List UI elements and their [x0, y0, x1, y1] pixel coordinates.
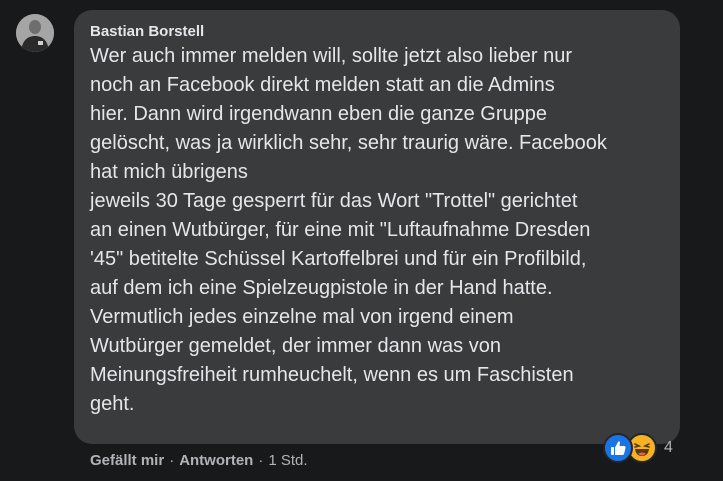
avatar[interactable] — [16, 14, 54, 52]
reactions-summary[interactable]: 4 — [603, 433, 673, 463]
like-button[interactable]: Gefällt mir — [90, 452, 164, 469]
comment-line: '45" betitelte Schüssel Kartoffelbrei un… — [90, 248, 587, 270]
comment-actions: Gefällt mir · Antworten · 1 Std. — [90, 451, 308, 471]
like-icon — [603, 433, 633, 463]
comment-line: Wer auch immer melden will, sollte jetzt… — [90, 45, 573, 67]
timestamp[interactable]: 1 Std. — [268, 452, 307, 469]
comment-line: geht. — [90, 393, 135, 415]
comment-bubble: Bastian Borstell Wer auch immer melden w… — [74, 10, 680, 444]
comment-line: Wutbürger gemeldet, der immer dann was v… — [90, 335, 501, 357]
comment-line: gelöscht, was ja wirklich sehr, sehr tra… — [90, 132, 607, 154]
separator: · — [169, 452, 175, 469]
comment-author[interactable]: Bastian Borstell — [90, 22, 204, 42]
comment-line: noch an Facebook direkt melden statt an … — [90, 74, 555, 96]
comment-line: jeweils 30 Tage gesperrt für das Wort "T… — [90, 190, 578, 212]
separator: · — [258, 452, 264, 469]
comment-line: Meinungsfreiheit rumheuchelt, wenn es um… — [90, 364, 574, 386]
comment-line: hier. Dann wird irgendwann eben die ganz… — [90, 103, 547, 125]
comment-line: Vermutlich jedes einzelne mal von irgend… — [90, 306, 514, 328]
comment-line: auf dem ich eine Spielzeugpistole in der… — [90, 277, 553, 299]
reply-button[interactable]: Antworten — [179, 452, 253, 469]
comment-line: an einen Wutbürger, für eine mit "Luftau… — [90, 219, 591, 241]
reaction-count: 4 — [664, 439, 673, 456]
comment-line: hat mich übrigens — [90, 161, 248, 183]
comment-text: Wer auch immer melden will, sollte jetzt… — [90, 42, 666, 419]
